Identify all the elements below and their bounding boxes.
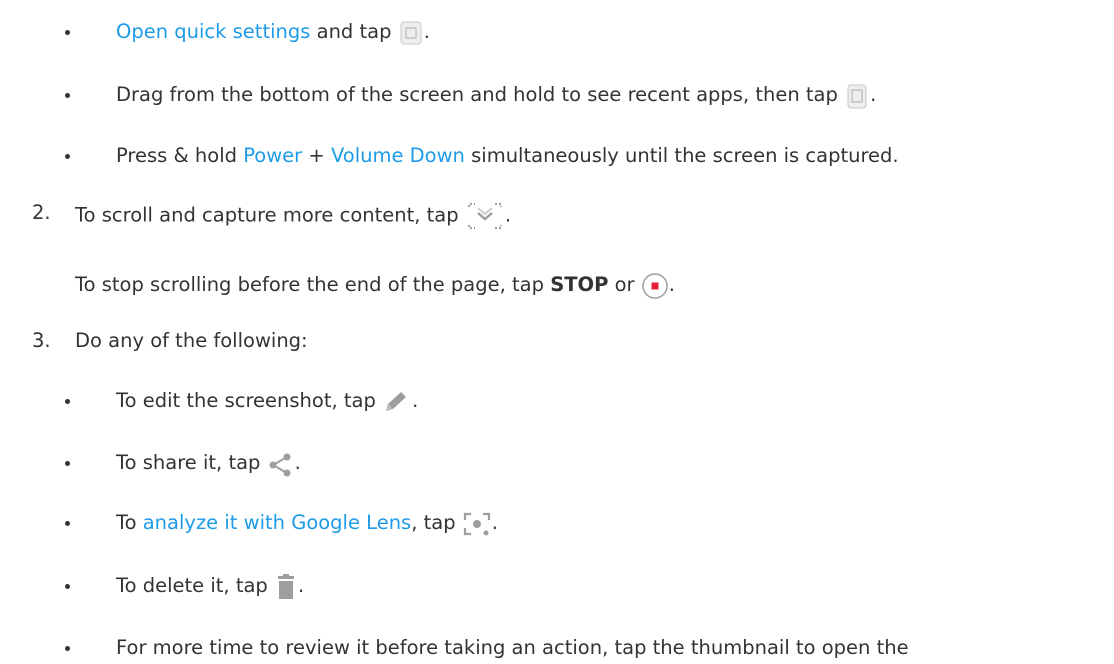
step-number: 2. — [32, 201, 51, 224]
open-quick-settings-link[interactable]: Open quick settings — [116, 20, 310, 43]
bullet-dot — [65, 93, 70, 98]
list-item: To share it, tap . — [116, 449, 301, 477]
list-item-text: To — [116, 511, 143, 534]
google-lens-icon — [462, 510, 492, 538]
list-item: Open quick settings and tap . — [116, 18, 430, 46]
pencil-icon — [382, 389, 412, 415]
bullet-dot — [65, 30, 70, 35]
step-subtext-label: To stop scrolling before the end of the … — [75, 273, 551, 296]
period: . — [504, 203, 512, 227]
list-item-text: simultaneously until the screen is captu… — [464, 144, 899, 167]
list-item-text: and tap — [310, 20, 398, 43]
period: . — [668, 273, 675, 296]
share-icon — [267, 451, 295, 477]
list-item-text: To share it, tap — [116, 451, 267, 474]
list-item: To delete it, tap . — [116, 572, 304, 600]
stop-record-icon — [641, 272, 669, 300]
screenshot-icon — [844, 83, 870, 109]
list-item-text: Press & hold — [116, 144, 244, 167]
list-item: Drag from the bottom of the screen and h… — [116, 81, 876, 109]
list-item: To edit the screenshot, tap . — [116, 387, 418, 415]
period: . — [298, 574, 305, 597]
step-text: Do any of the following: — [75, 329, 308, 352]
bullet-dot — [65, 584, 70, 589]
step-label: To scroll and capture more content, tap — [75, 203, 465, 227]
period: . — [491, 511, 498, 534]
bullet-dot — [65, 646, 70, 651]
list-item: For more time to review it before taking… — [116, 636, 909, 659]
trash-icon — [274, 573, 298, 600]
bullet-dot — [65, 461, 70, 466]
list-item-text: Drag from the bottom of the screen and h… — [116, 83, 845, 106]
step-number: 3. — [32, 329, 51, 352]
list-item-text: , tap — [411, 511, 462, 534]
power-link[interactable]: Power — [243, 144, 302, 167]
screenshot-tile-icon — [398, 20, 424, 46]
period: . — [423, 20, 430, 43]
bullet-dot — [65, 399, 70, 404]
bullet-dot — [65, 521, 70, 526]
list-item: Press & hold Power + Volume Down simulta… — [116, 142, 899, 170]
list-item: To analyze it with Google Lens, tap . — [116, 509, 498, 538]
volume-down-link[interactable]: Volume Down — [331, 144, 465, 167]
bullet-dot — [65, 154, 70, 159]
plus-text: + — [302, 144, 331, 167]
list-item-text: To edit the screenshot, tap — [116, 389, 383, 412]
period: . — [412, 389, 419, 412]
stop-label: STOP — [550, 273, 609, 296]
period: . — [294, 451, 301, 474]
step-text: To scroll and capture more content, tap … — [75, 201, 511, 231]
period: . — [870, 83, 877, 106]
or-text: or — [608, 273, 641, 296]
step-subtext: To stop scrolling before the end of the … — [75, 271, 675, 300]
scroll-capture-icon — [465, 201, 505, 231]
list-item-text: To delete it, tap — [116, 574, 274, 597]
google-lens-link[interactable]: analyze it with Google Lens — [143, 511, 411, 534]
